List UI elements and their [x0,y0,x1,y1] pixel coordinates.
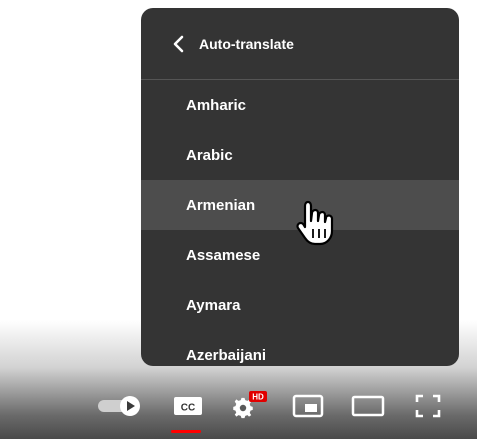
settings-button[interactable]: HD [229,386,269,426]
fullscreen-icon [415,394,441,418]
auto-translate-menu: Auto-translate Amharic Arabic Armenian A… [141,8,459,366]
menu-header: Auto-translate [141,8,459,80]
menu-item-azerbaijani[interactable]: Azerbaijani [141,330,459,366]
menu-item-aymara[interactable]: Aymara [141,280,459,330]
subtitles-active-indicator [171,430,201,433]
theater-mode-button[interactable] [346,386,390,426]
player-controls: CC HD [0,386,477,439]
menu-item-amharic[interactable]: Amharic [141,80,459,130]
theater-mode-icon [351,395,385,417]
autoplay-icon [98,396,140,416]
gear-icon: HD [233,391,267,419]
cc-text: CC [181,403,195,414]
menu-item-label: Aymara [186,296,241,314]
miniplayer-icon [292,394,324,418]
autoplay-toggle[interactable] [93,386,147,426]
subtitles-button[interactable]: CC [170,386,206,426]
menu-item-label: Amharic [186,96,247,114]
fullscreen-button[interactable] [408,386,448,426]
hd-badge: HD [252,393,264,402]
menu-item-label: Arabic [186,146,233,164]
closed-captions-icon: CC [174,397,202,415]
menu-item-label: Assamese [186,246,261,264]
menu-item-label: Armenian [186,196,256,214]
menu-item-arabic[interactable]: Arabic [141,130,459,180]
menu-item-label: Azerbaijani [186,346,267,364]
chevron-left-icon [173,35,184,52]
miniplayer-button[interactable] [288,386,328,426]
menu-title: Auto-translate [199,35,294,52]
hand-cursor-icon [296,200,334,246]
back-button[interactable] [157,22,201,66]
